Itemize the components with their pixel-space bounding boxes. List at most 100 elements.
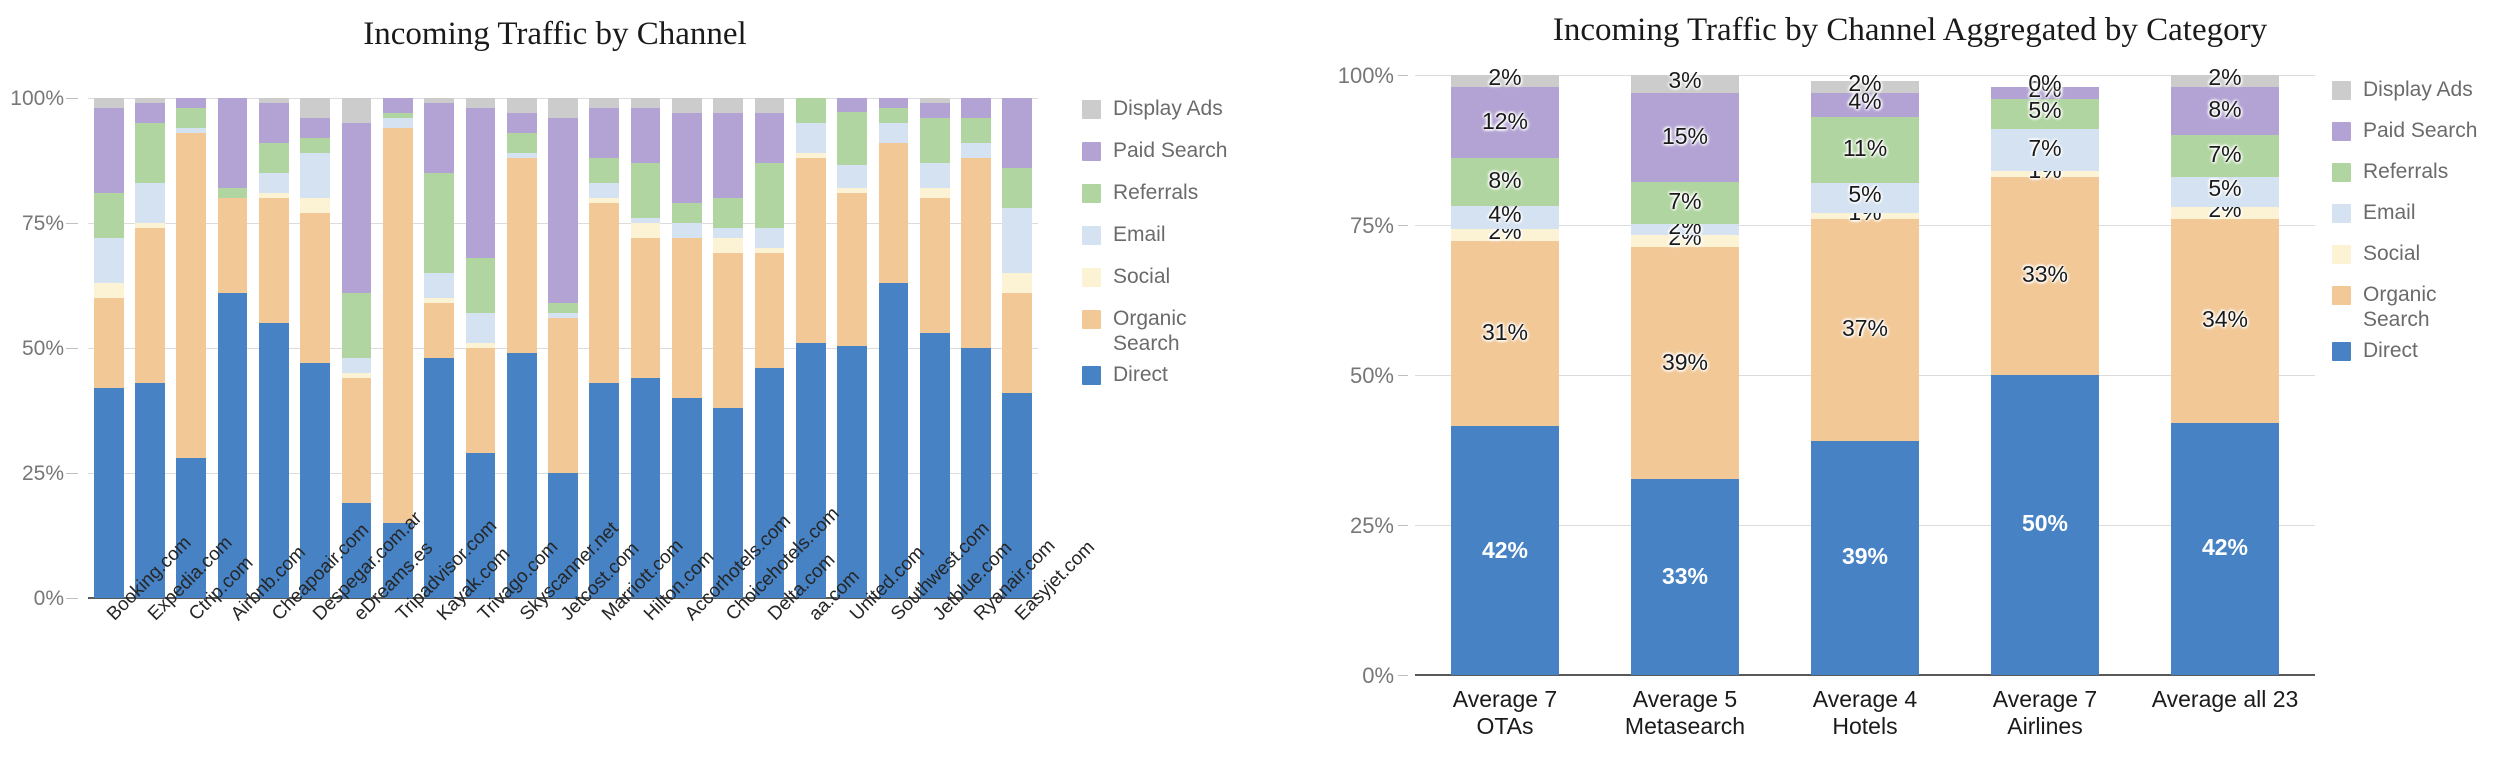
bar-column [135,98,165,598]
bar-segment [259,103,289,143]
bar-segment-label: 8% [2208,96,2242,122]
right-bars: 42% 31% 2% 4% 8% 12% 2% 33% 39% 2% 2% 7% 15% 3% 39% 37%… [1415,64,2315,675]
bar-column: 42% 34% 2% 5% 7% 8% 2% [2171,64,2279,675]
right-legend-item[interactable]: Organic Search [2332,283,2477,335]
right-legend-swatch [2332,342,2351,361]
left-legend-label: Organic Search [1113,307,1187,355]
bar-segment: 1% [1811,199,1919,225]
left-chart-title: Incoming Traffic by Channel [363,16,747,52]
right-y-tick-label: 50% [1349,363,1394,388]
right-legend-swatch [2332,204,2351,223]
bar-segment [919,188,950,198]
x-axis-label: Average 5 Metasearch [1595,686,1775,740]
bar-segment: 4% [1451,201,1559,230]
bar-segment [424,303,454,358]
left-legend-item[interactable]: Referrals [1082,181,1227,219]
x-axis-label-line: Airlines [2007,713,2083,740]
right-legend-label: Direct [2363,339,2418,362]
bar-segment [919,163,950,188]
right-legend: Display Ads Paid Search Referrals Email Soci… [2332,78,2477,380]
left-legend-label: Paid Search [1113,139,1228,162]
bar-column: 42% 31% 2% 4% 8% 12% 2% [1451,64,1559,675]
bar-segment [382,118,413,128]
bar-segment-label: 39% [1661,349,1709,376]
bar-segment [300,198,331,213]
bar-segment: 33% [1991,177,2099,375]
bar-column [300,98,331,598]
bar-segment-label: 7% [2028,135,2062,161]
bar-segment [837,98,867,113]
right-legend-item[interactable]: Display Ads [2332,78,2477,115]
bar-segment [672,113,702,203]
bar-segment [713,238,744,253]
bar-segment [93,388,124,598]
bar-segment [93,283,124,298]
bar-segment: 42% [1451,425,1559,675]
left-legend-item[interactable]: Organic Search [1082,307,1227,359]
bar-segment: 7% [1991,129,2099,171]
bar-segment: 11% [1811,117,1919,183]
x-axis-label: Average 7 OTAs [1415,686,1595,740]
bar-segment-label: 33% [1661,562,1709,589]
bar-column [878,98,909,598]
bar-segment [382,128,413,523]
bar-segment: 5% [1811,181,1919,213]
bar-segment [589,158,620,183]
bar-segment [878,98,909,108]
bar-segment [754,98,785,113]
bar-segment [259,173,289,193]
right-y-axis: 0% 25% 50% 75% 100% [1310,63,1410,688]
bar-segment [93,108,124,193]
right-legend-item[interactable]: Direct [2332,339,2477,376]
right-legend-item[interactable]: Email [2332,201,2477,238]
right-y-tick-label: 75% [1349,213,1394,238]
right-legend-swatch [2332,286,2351,305]
right-legend-label: Display Ads [2363,78,2473,101]
bar-segment-label: 7% [1668,187,1702,214]
left-legend-item[interactable]: Display Ads [1082,97,1227,135]
bar-segment: 39% [1811,441,1919,675]
bar-segment [919,118,950,163]
bar-column [217,98,248,598]
left-x-axis-labels: Booking.com Expedia.com Ctrip.com Airbnb.co… [88,503,1100,780]
bar-segment [1002,208,1033,273]
bar-segment [93,238,124,283]
left-y-tick-label: 75% [21,212,64,235]
left-y-axis: 0% 25% 50% 75% 100% [10,87,78,610]
bar-segment: 4% [1811,88,1919,117]
bar-segment [713,98,744,113]
bar-segment [341,293,372,358]
bar-segment [135,123,165,183]
left-bars [88,98,1038,598]
right-legend-label: Paid Search [2363,119,2478,142]
right-legend-item[interactable]: Social [2332,242,2477,279]
left-legend-item[interactable]: Direct [1082,363,1227,401]
bar-segment [217,98,248,188]
bar-segment [341,378,372,503]
bar-segment [135,183,165,223]
bar-segment [630,108,661,163]
bar-segment [672,98,702,113]
x-axis-label: Average 4 Hotels [1775,686,1955,740]
right-legend-label: Organic Search [2363,283,2437,331]
bar-column [259,98,289,598]
bar-segment [424,103,454,173]
bar-segment-label: 39% [1841,543,1889,569]
left-legend-swatch [1082,310,1101,329]
bar-segment [217,198,248,293]
left-legend-item[interactable]: Email [1082,223,1227,261]
bar-segment [341,123,372,293]
right-legend-swatch [2332,245,2351,264]
bar-segment [630,163,661,218]
right-legend-item[interactable]: Paid Search [2332,119,2477,156]
left-y-tick-label: 0% [33,587,64,610]
bar-segment: 2% [1811,70,1919,96]
right-legend-label: Referrals [2363,160,2449,183]
bar-segment [961,98,991,118]
left-plot-area [88,98,1038,599]
chart-page: Incoming Traffic by Channel 0% 25% 50% 75% 1… [0,0,2500,781]
bar-segment: 37% [1811,219,1919,441]
right-legend-item[interactable]: Referrals [2332,160,2477,197]
left-legend-item[interactable]: Social [1082,265,1227,303]
left-legend-item[interactable]: Paid Search [1082,139,1227,177]
